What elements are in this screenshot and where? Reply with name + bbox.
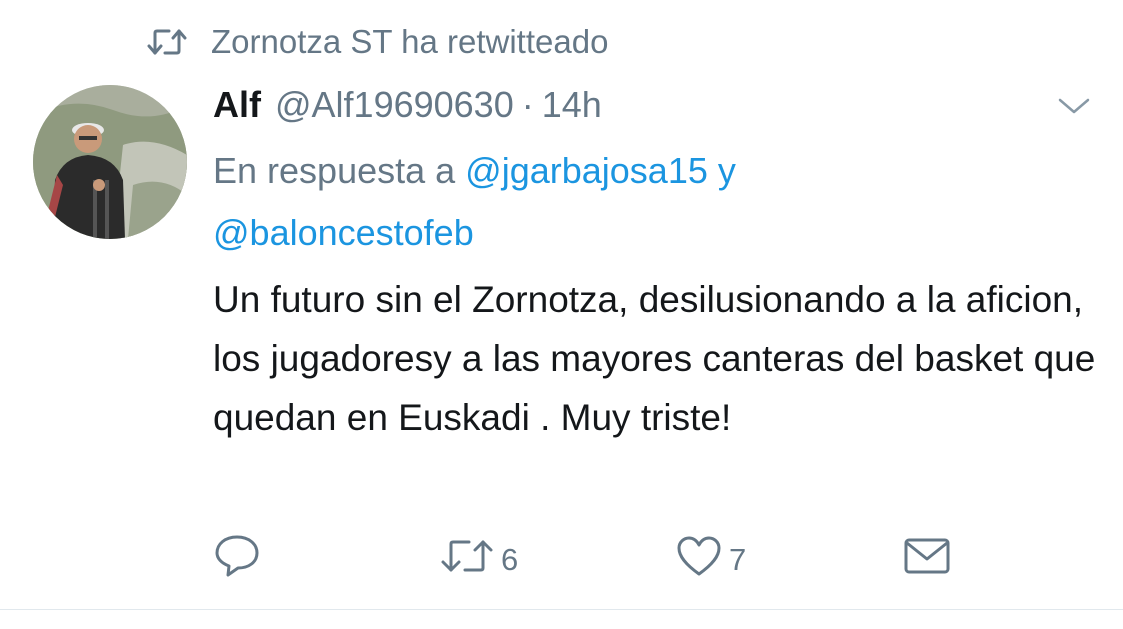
retweet-icon <box>439 536 495 584</box>
heart-icon <box>675 534 723 586</box>
like-button[interactable]: 7 <box>675 530 746 590</box>
retweet-icon <box>145 22 189 62</box>
mail-icon <box>903 536 951 584</box>
retweet-count: 6 <box>501 542 519 577</box>
tweet-actions: 6 7 <box>213 530 973 590</box>
more-options-button[interactable] <box>1052 92 1096 124</box>
tweet-timestamp[interactable]: 14h <box>542 80 602 130</box>
tweet-header: Alf @Alf19690630 · 14h <box>213 80 602 130</box>
tweet-text: Un futuro sin el Zornotza, desilusionand… <box>213 279 1096 438</box>
direct-message-button[interactable] <box>903 530 951 590</box>
retweet-button[interactable]: 6 <box>439 530 518 590</box>
mention-link[interactable]: @jgarbajosa15 <box>465 150 708 191</box>
like-count: 7 <box>729 542 747 577</box>
author-name[interactable]: Alf <box>213 80 261 130</box>
reply-conjunction: y <box>717 150 736 191</box>
mention-link[interactable]: @baloncestofeb <box>213 212 474 253</box>
author-handle[interactable]: @Alf19690630 <box>275 80 514 130</box>
retweet-context[interactable]: Zornotza ST ha retwitteado <box>145 20 608 64</box>
divider <box>0 609 1123 610</box>
separator-dot: · <box>521 84 534 125</box>
chevron-down-icon <box>1057 96 1091 121</box>
reply-button[interactable] <box>213 530 261 590</box>
reply-icon <box>213 533 261 587</box>
reply-context: En respuesta a @jgarbajosa15 y @balonces… <box>213 140 1093 264</box>
reply-prefix: En respuesta a <box>213 150 456 191</box>
retweeted-by-text: Zornotza ST ha retwitteado <box>211 23 609 60</box>
avatar[interactable] <box>33 85 187 239</box>
